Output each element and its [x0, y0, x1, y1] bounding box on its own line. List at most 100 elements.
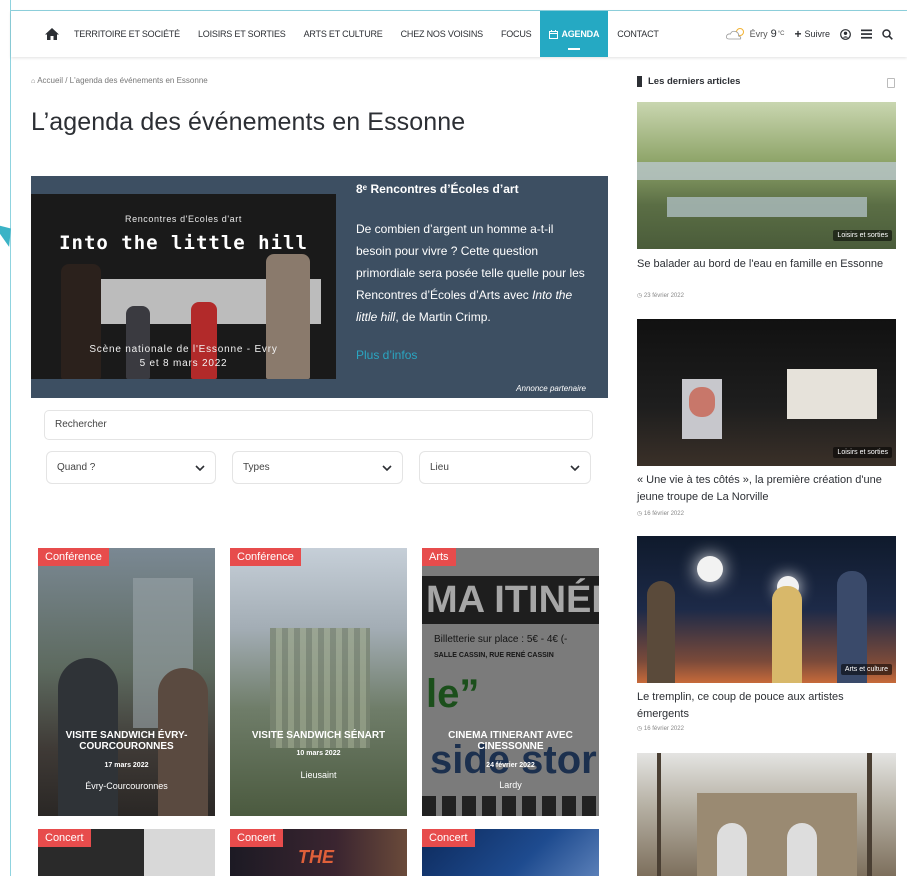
chevron-down-icon: [195, 464, 205, 471]
article-title[interactable]: « Une vie à tes côtés », la première cré…: [637, 472, 892, 506]
article-image-person: [689, 387, 715, 417]
promo-image-subtitle: Rencontres d'Ecoles d'art: [125, 214, 242, 224]
article-image-light: [697, 556, 723, 582]
article-image-musician: [647, 581, 675, 683]
article-date-text: 16 février 2022: [643, 511, 684, 517]
article-image[interactable]: Loisirs et sorties: [637, 102, 896, 249]
event-card[interactable]: Conférence Visite sandwich Évry-Courcour…: [38, 548, 215, 816]
event-tag: Concert: [422, 829, 475, 847]
article-image-tree: [867, 753, 872, 876]
filter-place-select[interactable]: Lieu: [419, 451, 591, 484]
follow-button[interactable]: + Suivre: [794, 27, 830, 41]
weather-temp: 9: [770, 28, 777, 40]
promo-banner[interactable]: Rencontres d'Ecoles d'art Into the littl…: [31, 176, 608, 398]
article-image-arch: [787, 823, 817, 876]
event-card[interactable]: Conférence Visite sandwich Sénart 10 mar…: [230, 548, 407, 816]
promo-more-link[interactable]: Plus d’infos: [356, 348, 417, 362]
menu-icon[interactable]: [861, 29, 872, 39]
filter-types-label: Types: [243, 462, 270, 473]
event-title: Visite sandwich Évry-Courcouronnes: [65, 730, 188, 752]
article-date: ◷ 23 février 2022: [637, 292, 684, 299]
nav-right-tools: Évry 9 °C + Suivre: [725, 27, 907, 41]
article-date-text: 16 février 2022: [643, 726, 684, 732]
nav-focus[interactable]: Focus: [492, 11, 541, 57]
promo-image-dates: 5 et 8 mars 2022: [139, 358, 228, 369]
weather-city: Évry: [749, 29, 768, 39]
article-category-badge[interactable]: Loisirs et sorties: [833, 447, 892, 458]
event-card[interactable]: THE Concert: [230, 829, 407, 876]
event-place: Évry-Courcouronnes: [85, 781, 168, 791]
article-image-arch: [717, 823, 747, 876]
filter-when-select[interactable]: Quand ?: [46, 451, 216, 484]
event-title: Visite sandwich Sénart: [251, 730, 386, 741]
frame-left-border: [10, 0, 11, 876]
article-image-water: [667, 197, 867, 217]
nav-territoire[interactable]: Territoire et société: [65, 11, 189, 57]
chevron-down-icon: [382, 464, 392, 471]
user-icon[interactable]: [840, 28, 851, 40]
cloud-sun-icon: [725, 28, 744, 40]
promo-text: De combien d’argent un homme a-t-il beso…: [356, 218, 591, 328]
article-date-text: 23 février 2022: [643, 293, 684, 299]
clock-icon: ◷: [637, 293, 644, 299]
article-image-bed: [787, 369, 877, 419]
promo-image-venue: Scène nationale de l'Essonne - Evry: [89, 344, 278, 355]
nav-agenda[interactable]: Agenda: [540, 11, 609, 57]
nav-arts[interactable]: Arts et culture: [295, 11, 392, 57]
promo-image-title: Into the little hill: [59, 232, 308, 254]
sidebar-heading: Les derniers articles: [637, 76, 740, 87]
document-icon: [887, 78, 895, 88]
clock-icon: ◷: [637, 511, 644, 517]
promo-image[interactable]: Rencontres d'Ecoles d'art Into the littl…: [31, 194, 336, 379]
event-date: 10 mars 2022: [296, 750, 341, 757]
chevron-down-icon: [570, 464, 580, 471]
filter-when-label: Quand ?: [57, 462, 96, 473]
event-tag: Conférence: [230, 548, 301, 566]
article-image[interactable]: Arts et culture: [637, 536, 896, 683]
article-category-badge[interactable]: Arts et culture: [840, 664, 892, 675]
article-image-tree: [657, 753, 661, 876]
home-icon[interactable]: [39, 11, 65, 57]
article-image[interactable]: [637, 753, 896, 876]
search-icon[interactable]: [882, 28, 893, 40]
event-date: 17 mars 2022: [104, 762, 149, 769]
search-input[interactable]: Rechercher: [44, 410, 593, 440]
nav-contact[interactable]: Contact: [608, 11, 667, 57]
article-image-water: [637, 162, 896, 180]
sidebar-heading-text: Les derniers articles: [648, 76, 741, 87]
breadcrumb-text: Accueil / L'agenda des événements en Ess…: [37, 76, 208, 85]
article-date: ◷ 16 février 2022: [637, 510, 684, 517]
main-navigation: Territoire et société Loisirs et sorties…: [11, 11, 907, 57]
article-date: ◷ 16 février 2022: [637, 725, 684, 732]
event-place: Lardy: [499, 780, 522, 790]
event-card[interactable]: Concert: [38, 829, 215, 876]
breadcrumb[interactable]: ⌂ Accueil / L'agenda des événements en E…: [31, 76, 208, 85]
page-title: L’agenda des événements en Essonne: [31, 108, 466, 136]
event-overlay: [422, 548, 599, 816]
article-category-badge[interactable]: Loisirs et sorties: [833, 230, 892, 241]
poster-text: THE: [298, 847, 334, 867]
clock-icon: ◷: [637, 726, 644, 732]
nav-voisins[interactable]: Chez nos voisins: [392, 11, 492, 57]
calendar-icon: [549, 29, 559, 39]
article-image-singer: [772, 586, 802, 683]
promo-text-end: , de Martin Crimp.: [395, 310, 491, 324]
heading-bar-icon: [637, 76, 642, 87]
promo-ad-label: Annonce partenaire: [516, 384, 586, 393]
promo-title: 8ᵉ Rencontres d’Écoles d’art: [356, 182, 519, 196]
event-title: Cinema itinerant avec Cinessonne: [448, 730, 573, 752]
article-title[interactable]: Le tremplin, ce coup de pouce aux artist…: [637, 689, 892, 723]
article-title[interactable]: Se balader au bord de l'eau en famille e…: [637, 256, 892, 273]
nav-loisirs[interactable]: Loisirs et sorties: [189, 11, 295, 57]
article-image[interactable]: Loisirs et sorties: [637, 319, 896, 466]
event-card[interactable]: Concert: [422, 829, 599, 876]
weather-unit: °C: [777, 31, 785, 37]
nav-agenda-label: Agenda: [561, 29, 600, 39]
weather-widget: Évry 9 °C: [725, 27, 785, 41]
filter-place-label: Lieu: [430, 462, 449, 473]
event-card[interactable]: MA ITINÉR Billetterie sur place : 5€ - 4…: [422, 548, 599, 816]
event-date: 24 février 2022: [486, 762, 535, 769]
event-place: Lieusaint: [300, 770, 337, 780]
filter-types-select[interactable]: Types: [232, 451, 403, 484]
follow-label: Suivre: [804, 29, 830, 39]
